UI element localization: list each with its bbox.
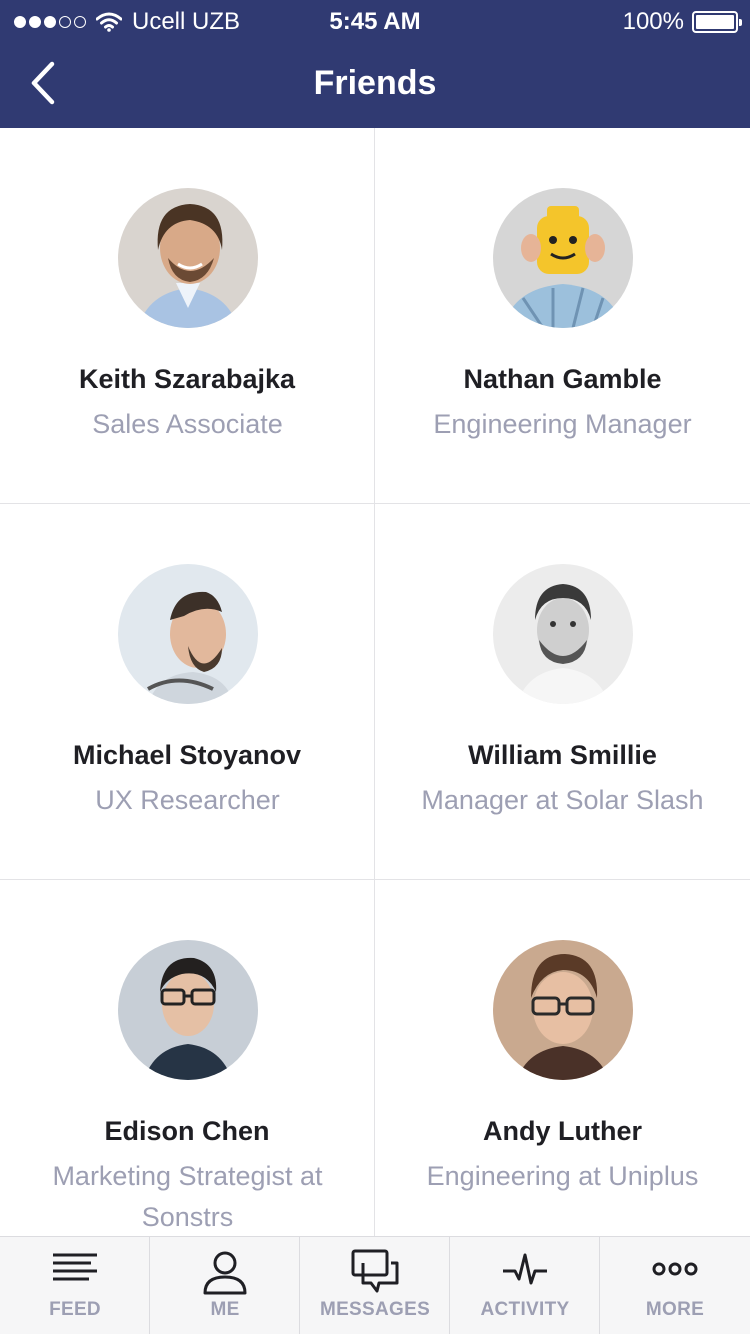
friend-name: Nathan Gamble <box>463 364 662 394</box>
tab-me[interactable]: ME <box>150 1237 300 1334</box>
friend-name: Keith Szarabajka <box>78 364 296 394</box>
friends-grid: Keith Szarabajka Sales Associate Nathan … <box>0 128 750 1236</box>
tab-label: FEED <box>49 1299 101 1320</box>
avatar <box>118 940 258 1080</box>
friend-card[interactable]: Andy Luther Engineering at Uniplus <box>375 880 750 1236</box>
tab-label: MORE <box>645 1299 705 1320</box>
friend-role: Manager at Solar Slash <box>421 785 704 815</box>
tab-label: MESSAGES <box>319 1299 431 1320</box>
tab-label: ME <box>210 1299 240 1320</box>
battery-percent: 100% <box>622 8 684 35</box>
friend-role: UX Researcher <box>95 785 280 815</box>
tab-activity[interactable]: ACTIVITY <box>450 1237 600 1334</box>
friend-card[interactable]: William Smillie Manager at Solar Slash <box>375 504 750 880</box>
friend-name: Michael Stoyanov <box>72 740 302 770</box>
feed-lines-icon <box>52 1253 97 1281</box>
friend-name: Edison Chen <box>104 1116 270 1146</box>
tab-more[interactable]: MORE <box>600 1237 750 1334</box>
tab-feed[interactable]: FEED <box>0 1237 150 1334</box>
more-dots-icon <box>652 1262 698 1276</box>
friend-name: Andy Luther <box>483 1116 642 1146</box>
friend-role: Marketing Strategist at Sonstrs <box>52 1161 323 1232</box>
avatar <box>493 940 633 1080</box>
friend-role: Sales Associate <box>92 409 283 439</box>
pulse-icon <box>502 1253 547 1285</box>
tab-bar: FEED ME MESSAGES ACTIVITY MORE <box>0 1236 750 1334</box>
tab-messages[interactable]: MESSAGES <box>300 1237 450 1334</box>
avatar <box>118 564 258 704</box>
page-title: Friends <box>313 64 437 102</box>
friend-role: Engineering Manager <box>433 409 692 439</box>
tab-label: ACTIVITY <box>480 1299 570 1320</box>
battery-icon <box>692 11 742 33</box>
person-icon <box>203 1251 246 1295</box>
avatar <box>493 564 633 704</box>
friend-card[interactable]: Edison Chen Marketing Strategist at Sons… <box>0 880 375 1236</box>
nav-bar: Friends <box>0 44 750 128</box>
friend-name: William Smillie <box>468 740 657 770</box>
friend-card[interactable]: Keith Szarabajka Sales Associate <box>0 128 375 504</box>
avatar <box>118 188 258 328</box>
friend-role: Engineering at Uniplus <box>426 1161 699 1191</box>
status-bar: Ucell UZB 5:45 AM 100% <box>0 0 750 44</box>
friend-card[interactable]: Michael Stoyanov UX Researcher <box>0 504 375 880</box>
status-right: 100% <box>622 8 742 36</box>
friend-card[interactable]: Nathan Gamble Engineering Manager <box>375 128 750 504</box>
avatar <box>493 188 633 328</box>
chat-bubbles-icon <box>351 1249 398 1293</box>
